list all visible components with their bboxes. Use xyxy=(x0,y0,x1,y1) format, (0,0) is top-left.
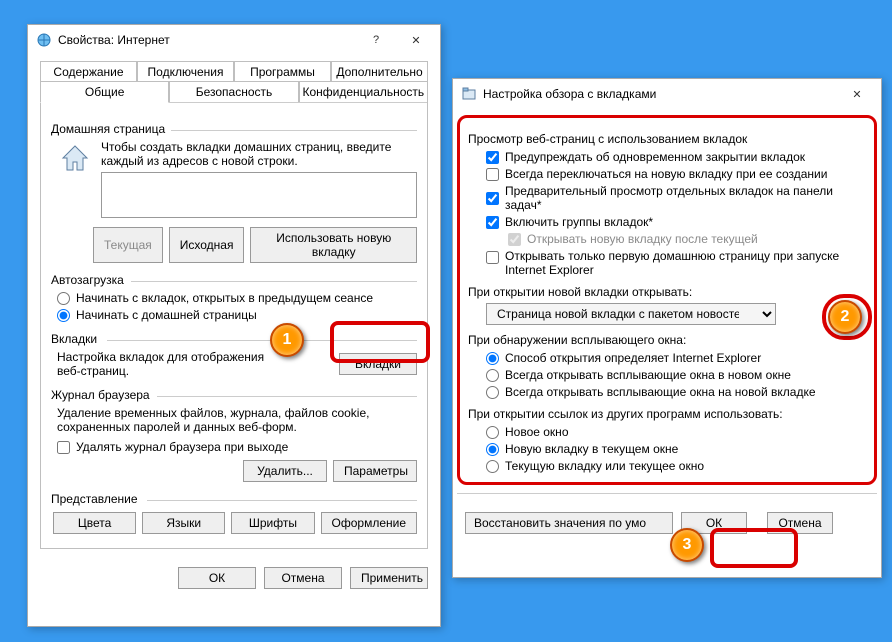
win1-cancel-button[interactable]: Отмена xyxy=(264,567,342,589)
home-desc-2: каждый из адресов с новой строки. xyxy=(101,154,417,168)
tabs-group-label: Вкладки xyxy=(51,332,417,346)
popup-ie-decide-radio[interactable]: Способ открытия определяет Internet Expl… xyxy=(486,351,866,365)
links-current-radio[interactable]: Текущую вкладку или текущее окно xyxy=(486,459,866,473)
tabs-desc-1: Настройка вкладок для отображения xyxy=(57,350,264,364)
tab-advanced[interactable]: Дополнительно xyxy=(331,61,428,82)
history-settings-button[interactable]: Параметры xyxy=(333,460,417,482)
sec3-label: При обнаружении всплывающего окна: xyxy=(468,333,866,347)
languages-button[interactable]: Языки xyxy=(142,512,225,534)
open-next-to-check: Открывать новую вкладку после текущей xyxy=(508,232,866,246)
popup-new-tab-radio[interactable]: Всегда открывать всплывающие окна на нов… xyxy=(486,385,866,399)
home-group-label: Домашняя страница xyxy=(51,122,417,136)
tabs-desc-2: веб-страниц. xyxy=(57,364,264,378)
startup-last-session-radio[interactable]: Начинать с вкладок, открытых в предыдуще… xyxy=(57,291,417,305)
switch-new-tab-check[interactable]: Всегда переключаться на новую вкладку пр… xyxy=(486,167,866,181)
home-current-button: Текущая xyxy=(93,227,163,263)
tab-programs[interactable]: Программы xyxy=(234,61,331,82)
highlight-outline: Просмотр веб-страниц с использованием вк… xyxy=(457,115,877,485)
win2-ok-button[interactable]: ОК xyxy=(681,512,747,534)
close-button[interactable]: ✕ xyxy=(396,26,436,54)
home-desc-1: Чтобы создать вкладки домашних страниц, … xyxy=(101,140,417,154)
links-new-tab-radio[interactable]: Новую вкладку в текущем окне xyxy=(486,442,866,456)
home-default-button[interactable]: Исходная xyxy=(169,227,245,263)
sec2-label: При открытии новой вкладки открывать: xyxy=(468,285,866,299)
new-tab-page-select[interactable]: Страница новой вкладки с пакетом новосте… xyxy=(486,303,776,325)
internet-options-icon xyxy=(36,32,52,48)
taskbar-preview-check[interactable]: Предварительный просмотр отдельных вклад… xyxy=(486,184,866,212)
tab-security[interactable]: Безопасность xyxy=(169,81,298,102)
help-button[interactable]: ? xyxy=(356,26,396,54)
tab-privacy[interactable]: Конфиденциальность xyxy=(299,81,428,102)
startup-group-label: Автозагрузка xyxy=(51,273,417,287)
tabs-button[interactable]: Вкладки xyxy=(339,353,417,375)
tab-groups-check[interactable]: Включить группы вкладок* xyxy=(486,215,866,229)
home-icon xyxy=(57,140,93,176)
links-new-window-radio[interactable]: Новое окно xyxy=(486,425,866,439)
startup-home-radio[interactable]: Начинать с домашней страницы xyxy=(57,308,417,322)
tab-content[interactable]: Содержание xyxy=(40,61,137,82)
fonts-button[interactable]: Шрифты xyxy=(231,512,314,534)
window-title: Настройка обзора с вкладками xyxy=(483,87,837,101)
home-newtab-button[interactable]: Использовать новую вкладку xyxy=(250,227,417,263)
home-url-textarea[interactable] xyxy=(101,172,417,218)
sec4-label: При открытии ссылок из других программ и… xyxy=(468,407,866,421)
window-title: Свойства: Интернет xyxy=(58,33,356,47)
history-desc-1: Удаление временных файлов, журнала, файл… xyxy=(57,406,417,420)
accessibility-button[interactable]: Оформление xyxy=(321,512,417,534)
first-home-only-check[interactable]: Открывать только первую домашнюю страниц… xyxy=(486,249,866,277)
history-delete-on-exit-check[interactable]: Удалять журнал браузера при выходе xyxy=(57,440,417,454)
colors-button[interactable]: Цвета xyxy=(53,512,136,534)
tab-connections[interactable]: Подключения xyxy=(137,61,234,82)
sec1-label: Просмотр веб-страниц с использованием вк… xyxy=(468,132,866,146)
tabs-settings-icon xyxy=(461,86,477,102)
tab-row-2: Общие Безопасность Конфиденциальность xyxy=(40,81,428,103)
win1-ok-button[interactable]: ОК xyxy=(178,567,256,589)
popup-new-window-radio[interactable]: Всегда открывать всплывающие окна в ново… xyxy=(486,368,866,382)
tab-general[interactable]: Общие xyxy=(40,81,169,103)
history-group-label: Журнал браузера xyxy=(51,388,417,402)
titlebar: Настройка обзора с вкладками ✕ xyxy=(453,79,881,109)
tab-row-1: Содержание Подключения Программы Дополни… xyxy=(40,61,428,82)
warn-close-check[interactable]: Предупреждать об одновременном закрытии … xyxy=(486,150,866,164)
titlebar: Свойства: Интернет ? ✕ xyxy=(28,25,440,55)
win1-apply-button[interactable]: Применить xyxy=(350,567,428,589)
restore-defaults-button[interactable]: Восстановить значения по умо xyxy=(465,512,673,534)
close-button[interactable]: ✕ xyxy=(837,80,877,108)
history-desc-2: сохраненных паролей и данных веб-форм. xyxy=(57,420,417,434)
appearance-group-label: Представление xyxy=(51,492,417,506)
win2-cancel-button[interactable]: Отмена xyxy=(767,512,833,534)
history-delete-button[interactable]: Удалить... xyxy=(243,460,327,482)
